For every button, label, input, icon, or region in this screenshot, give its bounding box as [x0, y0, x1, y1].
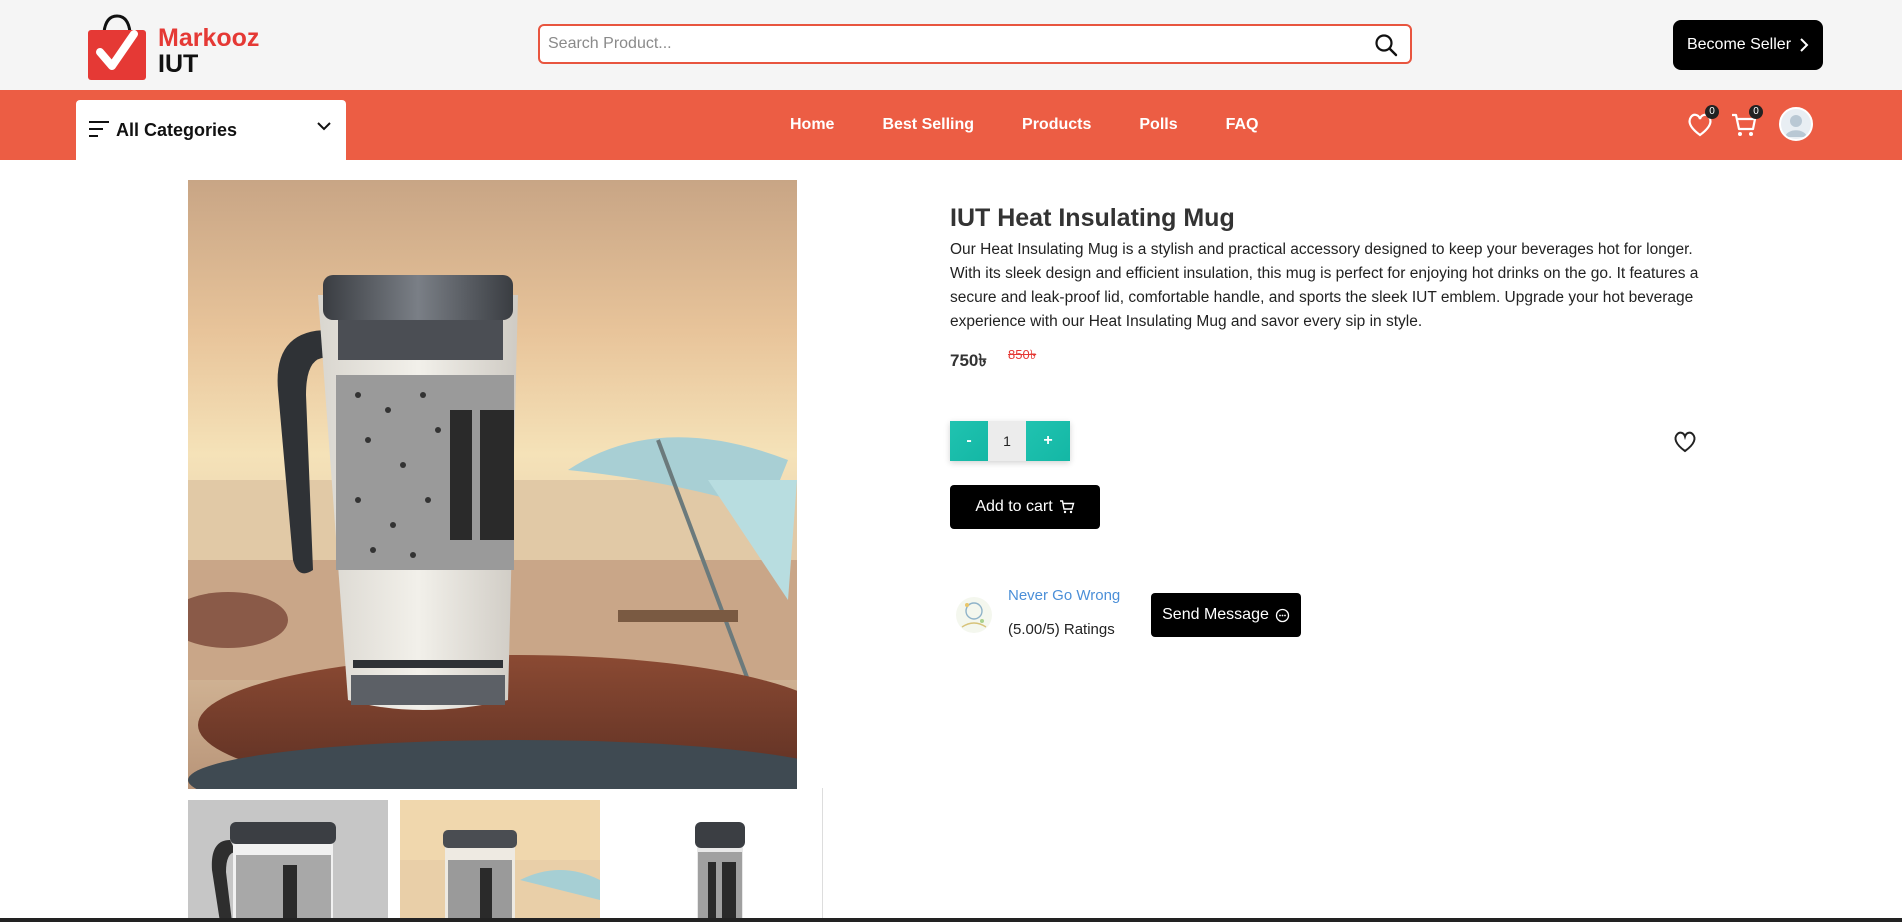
bottom-scroll-edge: [0, 918, 1902, 922]
add-to-wishlist-heart-icon[interactable]: [1672, 428, 1698, 454]
chat-bubble-icon: [1275, 608, 1290, 622]
decrease-quantity-button[interactable]: -: [950, 421, 988, 461]
nav-link-faq[interactable]: FAQ: [1226, 116, 1259, 134]
quantity-stepper: - 1 +: [950, 421, 1070, 461]
become-seller-label: Become Seller: [1686, 36, 1792, 53]
wishlist-count-badge: 0: [1705, 105, 1719, 119]
logo-name-line2: IUT: [158, 50, 199, 78]
nav-link-products[interactable]: Products: [1022, 116, 1091, 134]
add-to-cart-label: Add to cart: [975, 498, 1053, 515]
product-original-price: 850৳: [1008, 347, 1037, 362]
cart-button[interactable]: 0: [1729, 105, 1763, 139]
nav-link-polls[interactable]: Polls: [1139, 116, 1177, 134]
logo-name-line1: Markooz: [158, 24, 260, 52]
send-message-button[interactable]: Send Message: [1151, 593, 1301, 637]
increase-quantity-button[interactable]: +: [1026, 421, 1070, 461]
nav-link-home[interactable]: Home: [790, 116, 834, 134]
user-avatar[interactable]: [1779, 107, 1813, 141]
become-seller-button[interactable]: Become Seller: [1673, 20, 1823, 70]
site-logo[interactable]: Markooz IUT: [86, 6, 266, 82]
thumbnail-1[interactable]: [188, 800, 388, 922]
thumbnail-3[interactable]: [612, 800, 812, 922]
search-icon[interactable]: [1374, 33, 1398, 57]
product-description: Our Heat Insulating Mug is a stylish and…: [950, 241, 1699, 330]
all-categories-dropdown[interactable]: All Categories: [76, 100, 346, 160]
quantity-value: 1: [988, 421, 1026, 461]
nav-icons: 0 0: [1685, 104, 1813, 144]
shop-avatar[interactable]: [954, 593, 994, 637]
cart-count-badge: 0: [1749, 105, 1763, 119]
search-bar: [538, 24, 1412, 64]
top-header: Markooz IUT Become Seller: [0, 0, 1902, 90]
thumbnail-2[interactable]: [400, 800, 600, 922]
wishlist-button[interactable]: 0: [1685, 105, 1719, 139]
shop-rating: (5.00/5) Ratings: [1008, 621, 1115, 638]
add-to-cart-button[interactable]: Add to cart: [950, 485, 1100, 529]
nav-links: Home Best Selling Products Polls FAQ: [790, 90, 1259, 160]
product-thumbnails: [188, 800, 812, 922]
menu-lines-icon: [89, 121, 109, 137]
all-categories-label: All Categories: [116, 120, 238, 140]
send-message-label: Send Message: [1162, 606, 1269, 623]
chevron-right-icon: [1800, 38, 1809, 52]
product-main-image: [188, 180, 797, 789]
product-price: 750৳: [950, 351, 987, 370]
shopping-bag-logo-icon: [88, 14, 146, 80]
search-input[interactable]: [548, 32, 1348, 56]
chevron-down-icon: [317, 122, 331, 131]
main-nav: All Categories Home Best Selling Product…: [0, 90, 1902, 160]
product-title: IUT Heat Insulating Mug: [950, 204, 1235, 232]
cart-icon: [1059, 500, 1075, 514]
avatar-image: [1785, 115, 1807, 137]
gallery-divider: [822, 788, 823, 922]
nav-link-best-selling[interactable]: Best Selling: [882, 116, 974, 134]
shop-name-link[interactable]: Never Go Wrong: [1008, 587, 1120, 604]
